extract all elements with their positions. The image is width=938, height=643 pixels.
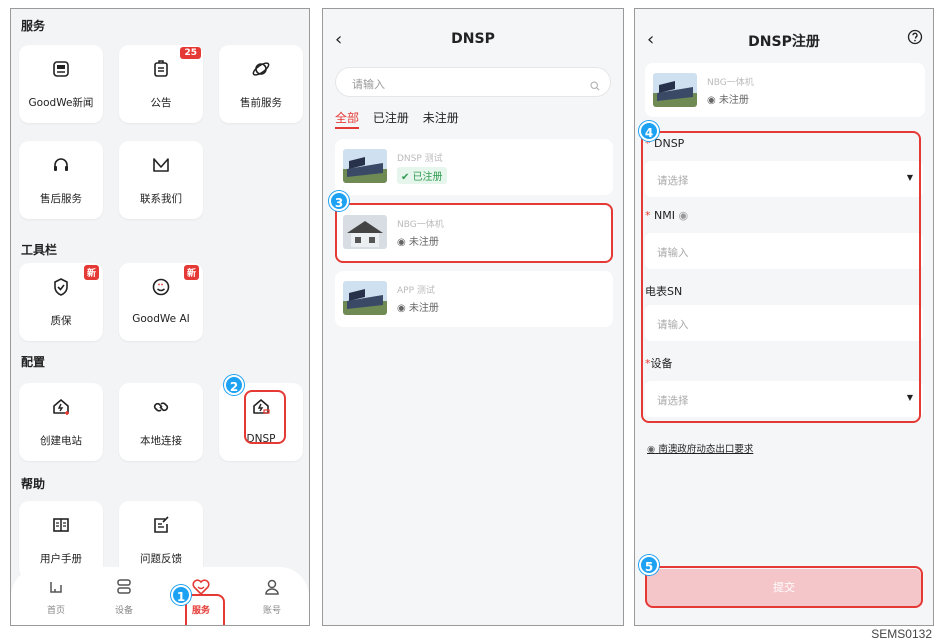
notice-icon: [119, 59, 203, 81]
notice-count-badge: 25: [180, 47, 201, 59]
tile-aftersales[interactable]: 售后服务: [19, 141, 103, 219]
status-text: 未注册: [408, 303, 439, 314]
page-title: DNSP注册: [748, 34, 820, 50]
search-input[interactable]: 请输入: [335, 67, 611, 97]
page-title: DNSP: [451, 31, 495, 47]
figure-caption: SEMS0132: [871, 627, 932, 641]
link-icon: [119, 397, 203, 419]
step-3-marker: 3: [329, 191, 349, 211]
headset-icon: [19, 155, 103, 177]
station-name: DNSP 测试: [397, 154, 443, 164]
nav-label: 账号: [262, 606, 281, 616]
highlight-dnsp: [244, 390, 286, 444]
contact-icon: [119, 155, 203, 177]
status-text: 已注册: [412, 172, 443, 183]
filter-tabs: 全部 已注册 未注册: [335, 109, 469, 129]
tile-presales[interactable]: 售前服务: [219, 45, 303, 123]
tile-label: 联系我们: [140, 193, 182, 205]
nav-label: 设备: [114, 606, 133, 616]
tile-notice[interactable]: 25 公告: [119, 45, 203, 123]
info-icon: ◉: [647, 444, 656, 455]
tile-warranty[interactable]: 新 质保: [19, 263, 103, 341]
dnsp-list-screen: ‹ DNSP 请输入 全部 已注册 未注册 DNSP 测试 ✔ 已注册 NBG一…: [322, 8, 624, 626]
export-requirement-link[interactable]: ◉ 南澳政府动态出口要求: [647, 441, 753, 455]
tile-create-station[interactable]: 创建电站: [19, 383, 103, 461]
nav-device[interactable]: 设备: [99, 577, 149, 616]
book-icon: [19, 515, 103, 537]
step-2-marker: 2: [224, 375, 244, 395]
tile-label: 用户手册: [40, 553, 82, 565]
tile-local-connect[interactable]: 本地连接: [119, 383, 203, 461]
tile-label: 售后服务: [40, 193, 82, 205]
ai-face-icon: [119, 277, 203, 299]
tile-label: 本地连接: [140, 435, 182, 447]
tile-goodwe-ai[interactable]: 新 GoodWe AI: [119, 263, 203, 341]
section-config-title: 配置: [21, 355, 46, 369]
nav-label: 首页: [46, 606, 65, 616]
station-name: NBG一体机: [707, 78, 754, 88]
shield-check-icon: [19, 277, 103, 299]
station-card[interactable]: APP 测试 ◉ 未注册: [335, 271, 613, 327]
station-thumbnail: [653, 73, 697, 107]
status-text: 未注册: [718, 95, 749, 106]
station-card[interactable]: DNSP 测试 ✔ 已注册: [335, 139, 613, 195]
highlight-station-card: [335, 203, 613, 263]
section-toolbar-title: 工具栏: [21, 243, 58, 257]
device-icon: [117, 579, 131, 594]
news-icon: [19, 59, 103, 81]
home-plus-icon: [19, 397, 103, 419]
tile-label: GoodWe AI: [132, 313, 190, 325]
tab-all[interactable]: 全部: [335, 111, 360, 129]
user-icon: [265, 579, 279, 595]
tab-unregistered[interactable]: 未注册: [423, 111, 459, 125]
tab-registered[interactable]: 已注册: [373, 111, 409, 125]
nav-home[interactable]: 首页: [31, 577, 81, 616]
highlight-form: [641, 131, 921, 423]
home-icon: [50, 582, 62, 593]
station-name: APP 测试: [397, 286, 435, 296]
tile-label: 售前服务: [240, 97, 282, 109]
step-1-marker: 1: [171, 585, 191, 605]
search-placeholder: 请输入: [352, 78, 385, 91]
selected-station-card: NBG一体机 ◉ 未注册: [645, 63, 925, 117]
tile-contact[interactable]: 联系我们: [119, 141, 203, 219]
tile-label: 问题反馈: [140, 553, 182, 565]
link-text: 南澳政府动态出口要求: [658, 444, 754, 455]
dnsp-register-screen: ‹ DNSP注册 NBG一体机 ◉ 未注册 * DNSP 请选择 ▼ * NMI…: [634, 8, 934, 626]
bottom-nav: 首页 设备 服务 账号: [11, 567, 309, 625]
step-4-marker: 4: [639, 121, 659, 141]
edit-note-icon: [119, 515, 203, 537]
section-help-title: 帮助: [21, 477, 46, 491]
status-badge-registered: ✔ 已注册: [397, 167, 447, 184]
help-icon[interactable]: [907, 29, 923, 49]
tile-label: 创建电站: [40, 435, 82, 447]
highlight-nav-service: [185, 594, 225, 625]
nav-account[interactable]: 账号: [247, 577, 297, 616]
tile-goodwe-news[interactable]: GoodWe新闻: [19, 45, 103, 123]
highlight-submit: [645, 566, 923, 608]
section-service-title: 服务: [21, 19, 46, 33]
status-badge-unregistered: ◉ 未注册: [397, 303, 439, 314]
step-5-marker: 5: [639, 555, 659, 575]
status-badge-unregistered: ◉ 未注册: [707, 95, 749, 106]
orbit-icon: [219, 59, 303, 81]
tile-label: 质保: [50, 315, 72, 327]
station-thumbnail: [343, 149, 387, 183]
tile-label: 公告: [150, 97, 172, 109]
tile-label: GoodWe新闻: [28, 97, 94, 109]
search-icon: [590, 76, 600, 95]
station-thumbnail: [343, 281, 387, 315]
service-screen: 服务 GoodWe新闻 25 公告 售前服务 售后服务 联系我们 工具栏 新 质…: [10, 8, 310, 626]
